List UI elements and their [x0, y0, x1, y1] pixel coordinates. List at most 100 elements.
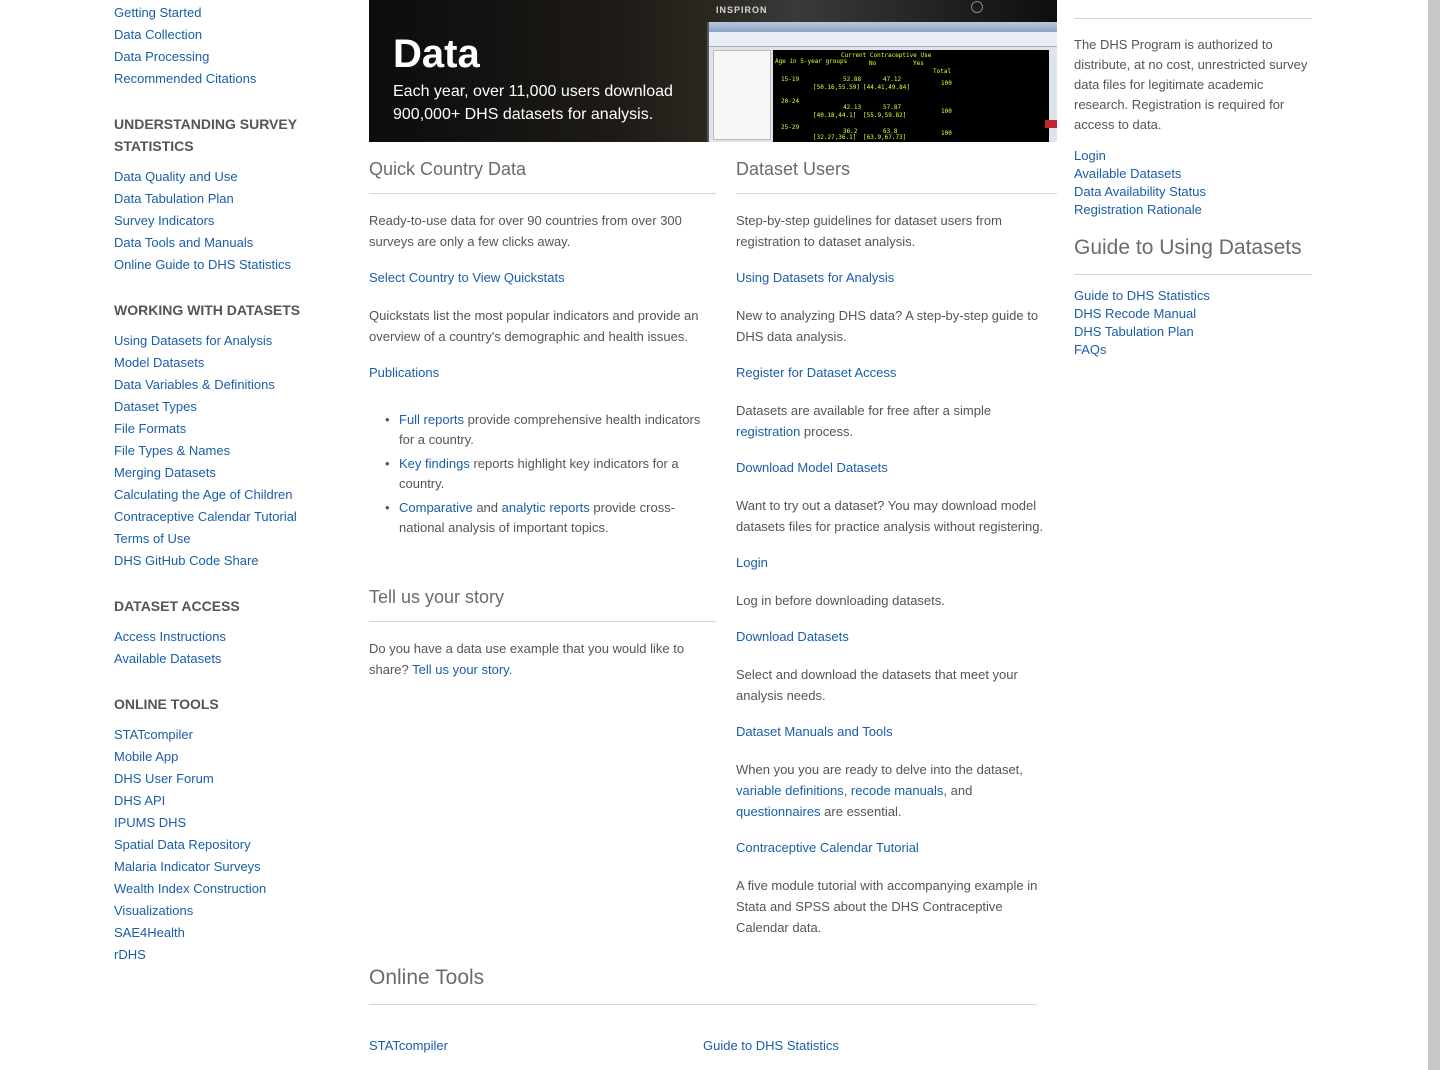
download-model-text: Want to try out a dataset? You may downl… [736, 498, 1044, 534]
tell-us-your-story-link[interactable]: Tell us your story. [412, 662, 512, 677]
stata-results-window: Age in 5-year groups Current Contracepti… [773, 50, 1049, 142]
nav-link-dhs-api[interactable]: DHS API [114, 792, 165, 810]
nav-link-data-quality[interactable]: Data Quality and Use [114, 168, 238, 186]
nav-link-malaria-surveys[interactable]: Malaria Indicator Surveys [114, 858, 261, 876]
publications-link[interactable]: Publications [369, 364, 439, 382]
nav-link-model-datasets[interactable]: Model Datasets [114, 354, 204, 372]
nav-link-ipums-dhs[interactable]: IPUMS DHS [114, 814, 186, 832]
full-reports-link[interactable]: Full reports [399, 412, 464, 427]
contraceptive-calendar-link[interactable]: Contraceptive Calendar Tutorial [736, 839, 919, 857]
nav-link-data-processing[interactable]: Data Processing [114, 48, 209, 66]
list-item: Key findings reports highlight key indic… [385, 454, 714, 494]
divider [369, 193, 716, 194]
nav-link-using-datasets[interactable]: Using Datasets for Analysis [114, 332, 272, 350]
key-findings-link[interactable]: Key findings [399, 456, 470, 471]
nav-link-merging-datasets[interactable]: Merging Datasets [114, 464, 216, 482]
list-item: Full reports provide comprehensive healt… [385, 410, 714, 450]
nav-link-recommended-citations[interactable]: Recommended Citations [114, 70, 256, 88]
list-item: Comparative and analytic reports provide… [385, 498, 714, 538]
nav-link-statcompiler[interactable]: STATcompiler [114, 726, 193, 744]
quickstats-description: Quickstats list the most popular indicat… [369, 308, 699, 344]
sidebar-data-availability-link[interactable]: Data Availability Status [1074, 183, 1206, 201]
login-text: Log in before downloading datasets. [736, 593, 945, 608]
hero-subtitle: Each year, over 11,000 users download 90… [393, 83, 673, 123]
variable-definitions-link[interactable]: variable definitions [736, 783, 844, 798]
story-heading: Tell us your story [369, 587, 505, 607]
nav-link-terms-of-use[interactable]: Terms of Use [114, 530, 191, 548]
quick-country-data-heading: Quick Country Data [369, 159, 527, 179]
nav-link-getting-started[interactable]: Getting Started [114, 4, 201, 22]
divider [369, 1004, 1037, 1005]
nav-link-wealth-index[interactable]: Wealth Index Construction [114, 880, 266, 898]
sidebar-registration-rationale-link[interactable]: Registration Rationale [1074, 201, 1202, 219]
nav-link-file-formats[interactable]: File Formats [114, 420, 186, 438]
sidebar-available-datasets-link[interactable]: Available Datasets [1074, 165, 1181, 183]
dataset-users-heading: Dataset Users [736, 159, 851, 179]
hero-title: Data [393, 32, 480, 76]
nav-link-rdhs[interactable]: rDHS [114, 946, 146, 964]
download-datasets-link[interactable]: Download Datasets [736, 628, 849, 646]
sidebar-login-link[interactable]: Login [1074, 147, 1106, 165]
nav-link-sae4health[interactable]: SAE4Health [114, 924, 185, 942]
laptop-brand-label: INSPIRON [716, 5, 768, 15]
recode-manual-link[interactable]: DHS Recode Manual [1074, 305, 1196, 323]
divider [1074, 274, 1312, 275]
nav-link-online-guide[interactable]: Online Guide to DHS Statistics [114, 256, 291, 274]
divider [369, 621, 716, 622]
questionnaires-link[interactable]: questionnaires [736, 804, 821, 819]
authorization-text: The DHS Program is authorized to distrib… [1074, 37, 1308, 132]
nav-link-contraceptive-calendar[interactable]: Contraceptive Calendar Tutorial [114, 508, 297, 526]
nav-link-access-instructions[interactable]: Access Instructions [114, 628, 226, 646]
publications-list: Full reports provide comprehensive healt… [385, 410, 714, 542]
page-scrollbar[interactable] [1428, 0, 1440, 1070]
nav-link-data-collection[interactable]: Data Collection [114, 26, 202, 44]
nav-link-survey-indicators[interactable]: Survey Indicators [114, 212, 214, 230]
dataset-users-intro: Step-by-step guidelines for dataset user… [736, 213, 1002, 249]
registration-link[interactable]: registration [736, 424, 800, 439]
recode-manuals-link[interactable]: recode manuals [851, 783, 944, 798]
online-tools-heading: Online Tools [369, 966, 485, 989]
divider [736, 193, 1057, 194]
guide-dhs-statistics-link[interactable]: Guide to DHS Statistics [1074, 287, 1210, 305]
statcompiler-tool-link[interactable]: STATcompiler [369, 1037, 448, 1055]
story-text: Do you have a data use example that you … [369, 641, 685, 677]
analytic-reports-link[interactable]: analytic reports [502, 500, 590, 515]
tabulation-plan-link[interactable]: DHS Tabulation Plan [1074, 323, 1194, 341]
download-datasets-text: Select and download the datasets that me… [736, 667, 1018, 703]
comparative-link[interactable]: Comparative [399, 500, 473, 515]
nav-link-available-datasets[interactable]: Available Datasets [114, 650, 221, 668]
guide-dhs-statistics-tool-link[interactable]: Guide to DHS Statistics [703, 1037, 839, 1055]
nav-heading-dataset-access: DATASET ACCESS [114, 598, 240, 614]
laptop-camera [971, 1, 983, 13]
contraceptive-calendar-text: A five module tutorial with accompanying… [736, 878, 1038, 935]
nav-link-visualizations[interactable]: Visualizations [114, 902, 193, 920]
register-access-text: Datasets are available for free after a … [736, 403, 992, 439]
nav-link-data-tools-manuals[interactable]: Data Tools and Manuals [114, 234, 253, 252]
nav-link-dataset-types[interactable]: Dataset Types [114, 398, 197, 416]
select-country-quickstats-link[interactable]: Select Country to View Quickstats [369, 269, 565, 287]
download-model-datasets-link[interactable]: Download Model Datasets [736, 459, 888, 477]
nav-heading-online-tools: ONLINE TOOLS [114, 696, 219, 712]
using-datasets-text: New to analyzing DHS data? A step-by-ste… [736, 308, 1039, 344]
nav-heading-working-with-datasets: WORKING WITH DATASETS [114, 302, 301, 318]
faqs-link[interactable]: FAQs [1074, 341, 1107, 359]
login-link[interactable]: Login [736, 554, 768, 572]
dataset-manuals-link[interactable]: Dataset Manuals and Tools [736, 723, 893, 741]
hero-banner: INSPIRON Age in 5-year groups Current Co… [369, 0, 1057, 142]
nav-heading-understanding-survey-statistics: UNDERSTANDING SURVEY STATISTICS [114, 116, 297, 154]
nav-link-age-of-children[interactable]: Calculating the Age of Children [114, 486, 293, 504]
divider [1074, 18, 1312, 19]
nav-link-github-code-share[interactable]: DHS GitHub Code Share [114, 552, 259, 570]
laptop-screen-image: Age in 5-year groups Current Contracepti… [707, 22, 1057, 142]
nav-link-file-types-names[interactable]: File Types & Names [114, 442, 230, 460]
nav-link-data-variables[interactable]: Data Variables & Definitions [114, 376, 275, 394]
nav-link-mobile-app[interactable]: Mobile App [114, 748, 178, 766]
guide-heading: Guide to Using Datasets [1074, 236, 1302, 259]
register-access-link[interactable]: Register for Dataset Access [736, 364, 896, 382]
quick-country-intro: Ready-to-use data for over 90 countries … [369, 213, 682, 249]
nav-link-data-tabulation-plan[interactable]: Data Tabulation Plan [114, 190, 234, 208]
nav-link-spatial-data[interactable]: Spatial Data Repository [114, 836, 251, 854]
using-datasets-link[interactable]: Using Datasets for Analysis [736, 269, 894, 287]
dataset-manuals-text: When you you are ready to delve into the… [736, 762, 1023, 819]
nav-link-user-forum[interactable]: DHS User Forum [114, 770, 214, 788]
